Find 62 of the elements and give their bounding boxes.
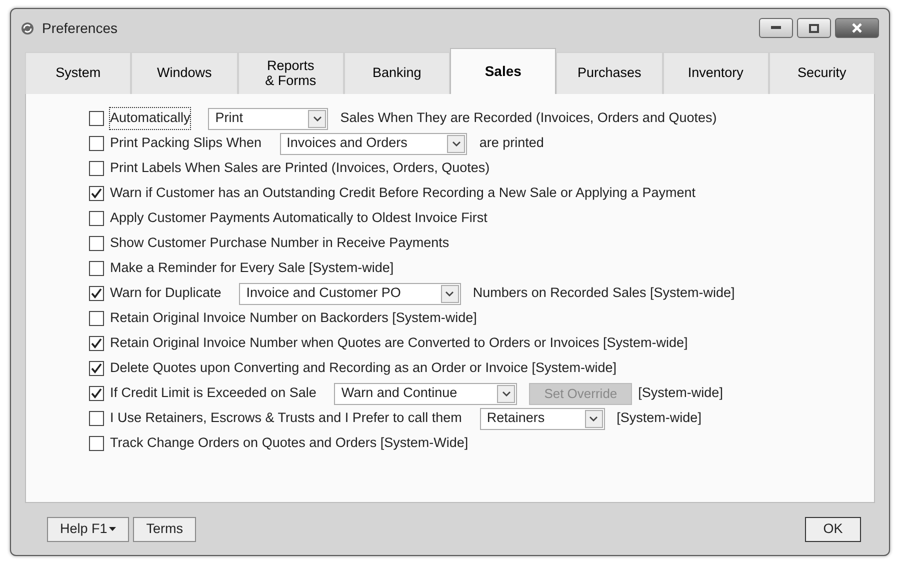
checkbox-label[interactable]: Apply Customer Payments Automatically to Oldest Invoice First <box>110 208 488 229</box>
chevron-down-icon <box>502 390 511 396</box>
checkbox-label[interactable]: Delete Quotes upon Converting and Recording as an Order or Invoice [System-wide] <box>110 358 617 379</box>
checkbox[interactable] <box>89 211 104 226</box>
option-text: [System-wide] <box>616 409 702 428</box>
tab[interactable]: Sales <box>450 48 556 94</box>
footer-button[interactable]: Terms <box>133 516 196 542</box>
close-icon <box>851 23 863 33</box>
dropdown[interactable]: Retainers <box>480 408 605 430</box>
checkbox[interactable] <box>89 186 104 201</box>
minimize-icon <box>771 26 781 30</box>
chevron-down-icon <box>452 140 461 146</box>
tab[interactable]: Inventory <box>662 52 769 94</box>
maximize-button[interactable] <box>797 18 831 38</box>
option-text: Numbers on Recorded Sales [System-wide] <box>472 284 735 302</box>
tab[interactable]: Security <box>768 52 875 94</box>
option-text: are printed <box>479 134 544 152</box>
app-icon <box>21 22 34 34</box>
checkbox-label[interactable]: Warn if Customer has an Outstanding Credit Before Recording a New Sale or Applying a Payment <box>110 183 696 204</box>
checkbox-label[interactable]: Automatically <box>110 108 190 129</box>
tab[interactable]: Purchases <box>556 52 662 94</box>
tab[interactable]: System <box>25 52 132 94</box>
checkbox[interactable] <box>89 361 104 376</box>
tab[interactable]: Reports & Forms <box>238 52 344 94</box>
checkbox-label[interactable]: Retain Original Invoice Number when Quotes are Converted to Orders or Invoices [System-wide] <box>110 333 688 354</box>
chevron-down-icon <box>312 116 322 122</box>
checkbox[interactable] <box>89 436 104 451</box>
close-button[interactable] <box>835 18 879 38</box>
footer-button[interactable]: Help F1 <box>47 516 130 542</box>
dropdown[interactable]: Invoices and Orders <box>280 132 468 154</box>
option-text: Sales When They are Recorded (Invoices, Orders and Quotes) <box>340 109 717 128</box>
checkbox-label[interactable]: If Credit Limit is Exceeded on Sale <box>110 383 316 404</box>
checkbox-label[interactable]: Warn for Duplicate <box>110 283 222 304</box>
tab[interactable]: Banking <box>344 52 450 94</box>
checkbox[interactable] <box>89 161 104 176</box>
checkbox-label[interactable]: Show Customer Purchase Number in Receive Payments <box>110 233 450 254</box>
tab[interactable]: Windows <box>131 52 238 94</box>
checkbox[interactable] <box>89 311 104 326</box>
checkbox-label[interactable]: Print Labels When Sales are Printed (Invoices, Orders, Quotes) <box>110 158 490 179</box>
checkbox-label[interactable]: Track Change Orders on Quotes and Orders [System-Wide] <box>110 433 468 454</box>
dropdown[interactable]: Warn and Continue <box>334 382 518 404</box>
checkbox-label[interactable]: Make a Reminder for Every Sale [System-wide] <box>110 258 394 279</box>
window-title: Preferences <box>42 18 118 38</box>
dropdown[interactable]: Invoice and Customer PO <box>239 282 461 304</box>
chevron-down-icon <box>589 416 598 422</box>
checkbox[interactable] <box>89 111 104 126</box>
checkbox[interactable] <box>89 411 104 426</box>
checkbox-label[interactable]: I Use Retainers, Escrows & Trusts and I Prefer to call them <box>110 408 462 429</box>
checkbox-label[interactable]: Retain Original Invoice Number on Backorders [System-wide] <box>110 308 477 329</box>
checkbox[interactable] <box>89 386 104 401</box>
chevron-down-icon <box>445 290 454 296</box>
checkbox[interactable] <box>89 336 104 351</box>
checkbox-label[interactable]: Print Packing Slips When <box>110 133 262 154</box>
ok-button[interactable]: OK <box>805 516 861 542</box>
dropdown[interactable]: Print <box>208 108 328 130</box>
checkbox[interactable] <box>89 236 104 251</box>
checkbox[interactable] <box>89 136 104 151</box>
checkbox[interactable] <box>89 286 104 301</box>
option-text: [System-wide] <box>638 384 723 402</box>
minimize-button[interactable] <box>759 18 793 38</box>
checkbox[interactable] <box>89 261 104 276</box>
maximize-icon <box>809 24 819 32</box>
